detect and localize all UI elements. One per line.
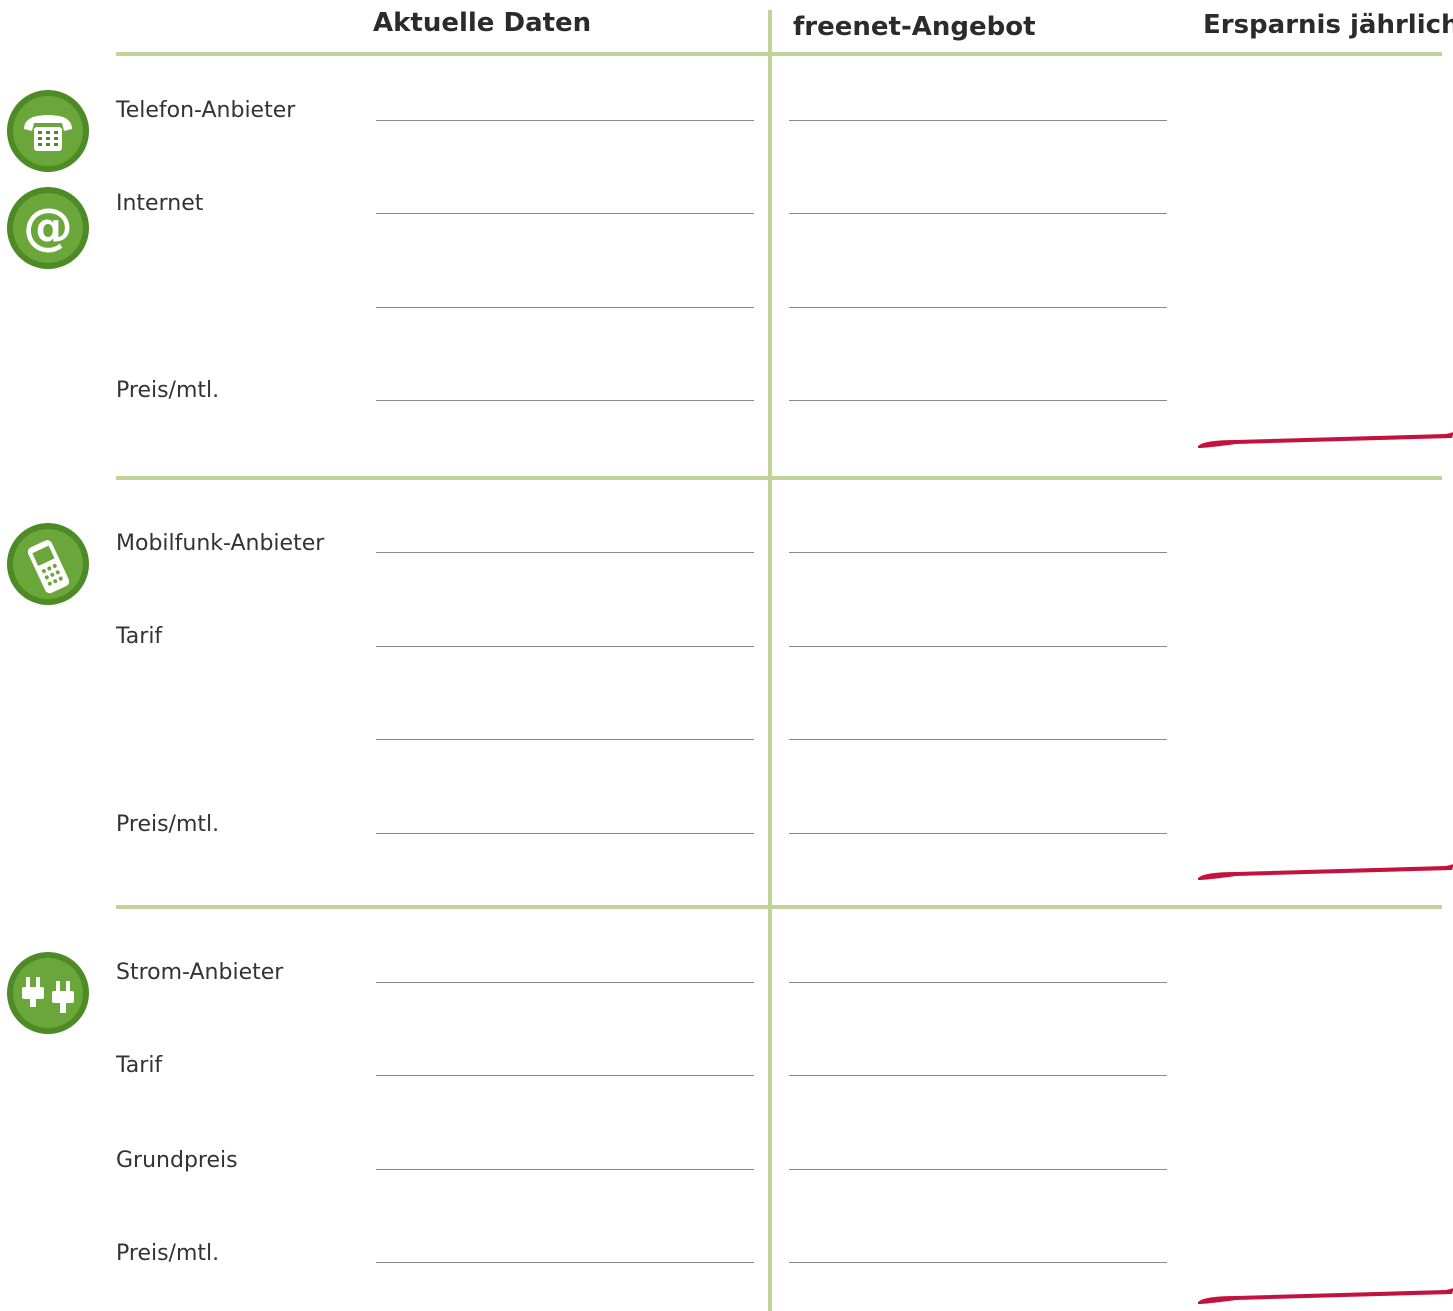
field-preis-current[interactable]	[376, 1262, 754, 1263]
field-extra-current[interactable]	[376, 307, 754, 308]
field-telefon-anbieter-current[interactable]	[376, 120, 754, 121]
savings-marker-3	[1196, 1284, 1453, 1306]
mobile-phone-icon	[6, 522, 90, 606]
at-sign-icon: @	[6, 186, 90, 270]
field-strom-current[interactable]	[376, 982, 754, 983]
field-mobilfunk-offer[interactable]	[789, 552, 1167, 553]
label-preis-mtl: Preis/mtl.	[116, 812, 220, 837]
field-preis-offer[interactable]	[789, 400, 1167, 401]
field-tarif-current[interactable]	[376, 646, 754, 647]
savings-marker-2	[1196, 860, 1453, 882]
field-preis-current[interactable]	[376, 833, 754, 834]
label-preis-mtl: Preis/mtl.	[116, 1241, 220, 1266]
telephone-icon	[6, 89, 90, 173]
field-strom-offer[interactable]	[789, 982, 1167, 983]
label-mobilfunk-anbieter: Mobilfunk-Anbieter	[116, 531, 325, 556]
label-internet: Internet	[116, 191, 204, 216]
field-tarif-current[interactable]	[376, 1075, 754, 1076]
label-telefon-anbieter: Telefon-Anbieter	[116, 98, 296, 123]
field-grundpreis-offer[interactable]	[789, 1169, 1167, 1170]
header-divider	[116, 52, 1442, 56]
field-tarif-offer[interactable]	[789, 1075, 1167, 1076]
field-grundpreis-current[interactable]	[376, 1169, 754, 1170]
field-internet-offer[interactable]	[789, 213, 1167, 214]
field-extra-offer[interactable]	[789, 739, 1167, 740]
field-tarif-offer[interactable]	[789, 646, 1167, 647]
field-extra-offer[interactable]	[789, 307, 1167, 308]
field-telefon-anbieter-offer[interactable]	[789, 120, 1167, 121]
power-plug-icon	[6, 951, 90, 1035]
label-strom-anbieter: Strom-Anbieter	[116, 960, 284, 985]
field-internet-current[interactable]	[376, 213, 754, 214]
column-header-offer: freenet-Angebot	[793, 12, 1036, 42]
field-preis-offer[interactable]	[789, 833, 1167, 834]
column-divider	[768, 10, 772, 1311]
section-divider-1	[116, 476, 1442, 480]
field-preis-current[interactable]	[376, 400, 754, 401]
field-preis-offer[interactable]	[789, 1262, 1167, 1263]
label-tarif: Tarif	[116, 1053, 163, 1078]
field-mobilfunk-current[interactable]	[376, 552, 754, 553]
savings-marker-1	[1196, 428, 1453, 450]
label-tarif: Tarif	[116, 624, 163, 649]
label-grundpreis: Grundpreis	[116, 1148, 238, 1173]
column-header-savings: Ersparnis jährlich	[1203, 10, 1453, 40]
section-divider-2	[116, 905, 1442, 909]
column-header-current: Aktuelle Daten	[373, 8, 592, 38]
svg-text:@: @	[23, 198, 73, 256]
label-preis-mtl: Preis/mtl.	[116, 378, 220, 403]
field-extra-current[interactable]	[376, 739, 754, 740]
